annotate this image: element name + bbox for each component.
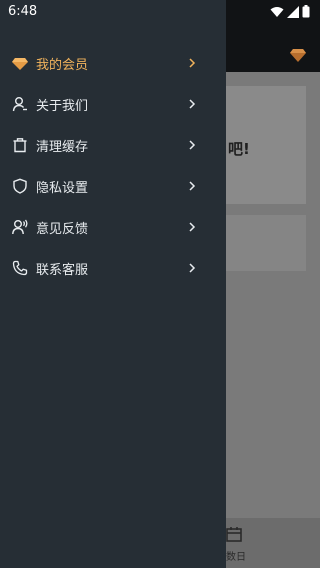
signal-icon [287,5,299,18]
background-card-text: 吧! [228,140,250,158]
menu-item-label: 意见反馈 [36,222,89,237]
menu-item-about[interactable]: 关于我们 [0,83,226,124]
wifi-icon [270,6,284,17]
status-time: 6:48 [8,4,38,19]
menu-item-clear-cache[interactable]: 清理缓存 [0,124,226,165]
status-bar: 6:48 [0,0,320,24]
diamond-icon [12,58,28,70]
drawer-menu: 我的会员 关于我们 清理缓存 隐私设置 意见反馈 联系客服 [0,42,226,288]
menu-item-label: 清理缓存 [36,140,89,155]
background-tab-label: 数日 [226,552,246,563]
feedback-user-icon [12,219,28,235]
menu-item-label: 我的会员 [36,58,89,73]
menu-item-label: 关于我们 [36,99,89,114]
user-icon [12,97,27,112]
menu-item-membership[interactable]: 我的会员 [0,42,226,83]
chevron-right-icon [189,263,196,273]
chevron-right-icon [189,140,196,150]
calendar-icon [226,527,242,542]
chevron-right-icon [189,181,196,191]
background-card [226,215,306,271]
menu-item-feedback[interactable]: 意见反馈 [0,206,226,247]
trash-icon [13,138,27,153]
chevron-right-icon [189,99,196,109]
menu-item-label: 隐私设置 [36,181,89,196]
diamond-icon [290,49,306,62]
navigation-drawer: 我的会员 关于我们 清理缓存 隐私设置 意见反馈 联系客服 [0,0,226,568]
menu-item-label: 联系客服 [36,263,89,278]
chevron-right-icon [189,58,196,68]
menu-item-privacy[interactable]: 隐私设置 [0,165,226,206]
shield-icon [13,178,27,194]
battery-icon [302,5,310,18]
menu-item-contact-support[interactable]: 联系客服 [0,247,226,288]
phone-icon [12,260,28,276]
chevron-right-icon [189,222,196,232]
